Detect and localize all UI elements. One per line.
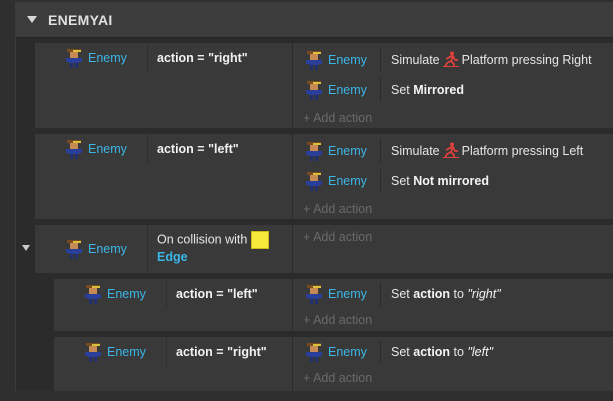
action-row[interactable]: Enemy Set Not mirrored xyxy=(293,166,613,196)
platform-behavior-icon xyxy=(443,142,459,158)
enemy-sprite-icon xyxy=(305,79,323,101)
condition-value: "right" xyxy=(208,51,248,65)
collapse-sub-events-icon[interactable] xyxy=(22,245,30,251)
action-text: Set action to "right" xyxy=(391,287,501,301)
action-row[interactable]: Enemy Set action to "right" xyxy=(293,279,613,309)
condition-text[interactable]: action = "right" xyxy=(157,43,248,73)
enemy-sprite-icon xyxy=(305,341,323,363)
condition-object: Enemy xyxy=(65,234,127,264)
object-name: Enemy xyxy=(107,345,146,359)
action-text: Set Not mirrored xyxy=(391,174,489,188)
group-header-enemyai[interactable]: ENEMYAI xyxy=(15,2,613,38)
add-action-button[interactable]: + Add action xyxy=(303,310,372,330)
object-name: Enemy xyxy=(88,242,127,256)
condition-object: Enemy xyxy=(84,279,146,309)
enemy-sprite-icon xyxy=(84,341,102,363)
sub-event-2[interactable]: Enemy action = "right" Enemy Set action … xyxy=(54,337,613,391)
collapse-triangle-icon[interactable] xyxy=(27,16,37,23)
enemy-sprite-icon xyxy=(305,140,323,162)
action-row[interactable]: Enemy Simulate Platform pressing Right xyxy=(293,45,613,75)
condition-prefix: action = xyxy=(176,345,228,359)
action-object: Enemy xyxy=(328,287,367,301)
add-action-button[interactable]: + Add action xyxy=(303,368,372,388)
condition-prefix: On collision with xyxy=(157,232,248,247)
enemy-sprite-icon xyxy=(65,238,83,260)
enemy-sprite-icon xyxy=(65,47,83,69)
action-text: Simulate Platform pressing Right xyxy=(391,51,592,67)
enemy-sprite-icon xyxy=(305,49,323,71)
object-name: Enemy xyxy=(107,287,146,301)
sub-event-1-conditions[interactable]: Enemy action = "left" xyxy=(54,279,293,331)
action-object: Enemy xyxy=(328,174,367,188)
enemy-sprite-icon xyxy=(84,283,102,305)
condition-text[interactable]: action = "right" xyxy=(176,337,267,367)
event-3-conditions[interactable]: Enemy On collision with Edge xyxy=(35,225,293,273)
platform-behavior-icon xyxy=(443,51,459,67)
action-text: Set Mirrored xyxy=(391,83,464,97)
add-action-button[interactable]: + Add action xyxy=(303,108,372,128)
event-3[interactable]: Enemy On collision with Edge + Add actio… xyxy=(35,225,613,273)
condition-text[interactable]: action = "left" xyxy=(157,134,239,164)
condition-target: Edge xyxy=(157,250,188,264)
sub-event-1[interactable]: Enemy action = "left" Enemy Set action t… xyxy=(54,279,613,331)
event-1[interactable]: Enemy action = "right" Enemy Simulate Pla… xyxy=(35,43,613,128)
add-action-button[interactable]: + Add action xyxy=(303,199,372,219)
condition-object: Enemy xyxy=(84,337,146,367)
condition-value: "left" xyxy=(208,142,239,156)
object-name: Enemy xyxy=(88,142,127,156)
object-name: Enemy xyxy=(88,51,127,65)
enemy-sprite-icon xyxy=(65,138,83,160)
event-2[interactable]: Enemy action = "left" Enemy Simulate Plat… xyxy=(35,134,613,219)
action-text: Simulate Platform pressing Left xyxy=(391,142,584,158)
condition-object: Enemy xyxy=(65,43,127,73)
add-action-button[interactable]: + Add action xyxy=(303,227,372,247)
sub-event-2-conditions[interactable]: Enemy action = "right" xyxy=(54,337,293,391)
action-row[interactable]: Enemy Simulate Platform pressing Left xyxy=(293,136,613,166)
condition-value: "left" xyxy=(227,287,258,301)
condition-text[interactable]: action = "left" xyxy=(176,279,258,309)
action-text: Set action to "left" xyxy=(391,345,494,359)
condition-text[interactable]: On collision with Edge xyxy=(157,231,270,266)
enemy-sprite-icon xyxy=(305,170,323,192)
action-object: Enemy xyxy=(328,83,367,97)
action-row[interactable]: Enemy Set Mirrored xyxy=(293,75,613,105)
action-row[interactable]: Enemy Set action to "left" xyxy=(293,337,613,367)
condition-prefix: action = xyxy=(157,142,209,156)
action-object: Enemy xyxy=(328,345,367,359)
group-title: ENEMYAI xyxy=(48,12,113,28)
condition-value: "right" xyxy=(227,345,267,359)
edge-object-thumbnail xyxy=(251,231,270,249)
condition-prefix: action = xyxy=(157,51,209,65)
event-2-conditions[interactable]: Enemy action = "left" xyxy=(35,134,293,219)
condition-object: Enemy xyxy=(65,134,127,164)
event-1-conditions[interactable]: Enemy action = "right" xyxy=(35,43,293,128)
action-object: Enemy xyxy=(328,144,367,158)
condition-prefix: action = xyxy=(176,287,228,301)
action-object: Enemy xyxy=(328,53,367,67)
enemy-sprite-icon xyxy=(305,283,323,305)
